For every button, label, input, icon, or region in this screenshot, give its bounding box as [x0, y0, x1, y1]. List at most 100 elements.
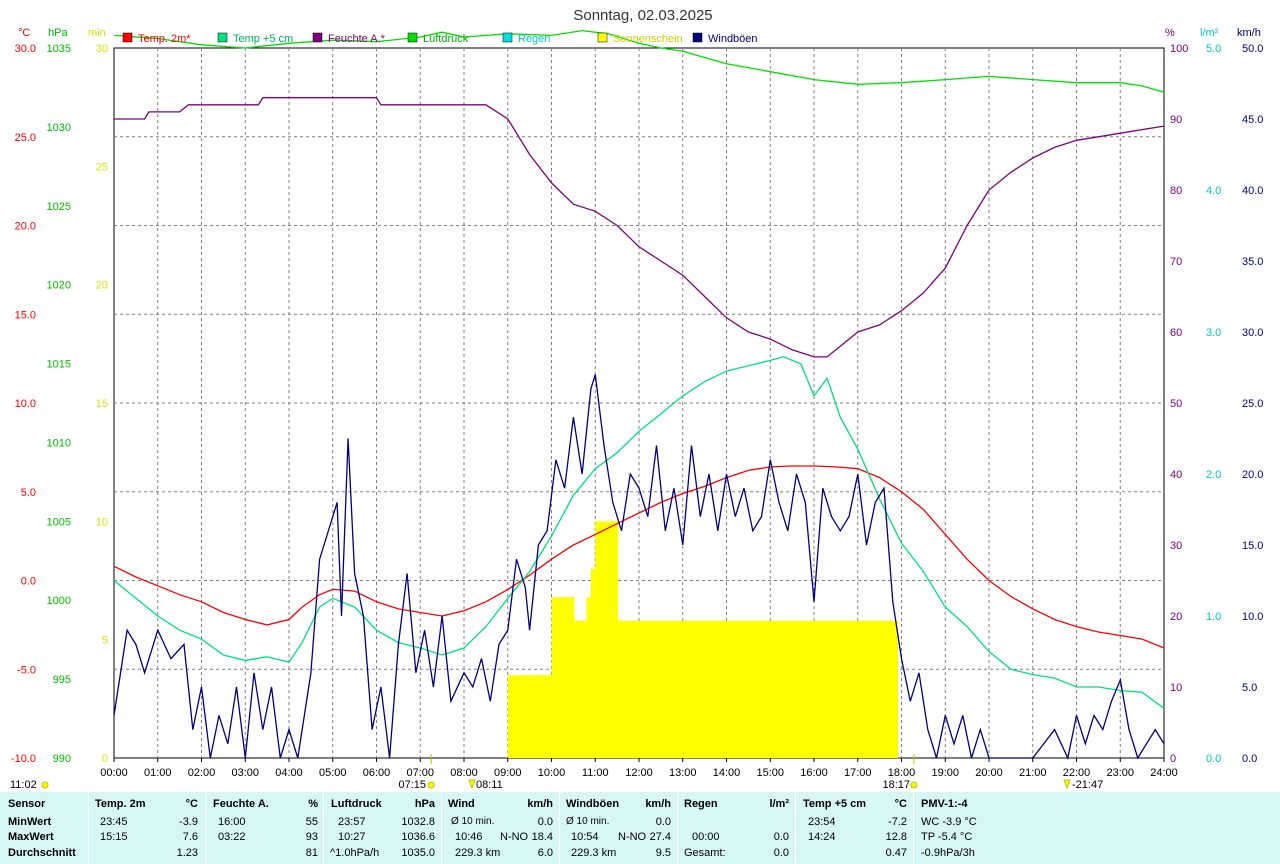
- temp-axis-unit: °C: [18, 27, 30, 39]
- cell: 23:57: [338, 816, 366, 828]
- pressure-axis-label: 1025: [47, 201, 71, 213]
- x-tick-label: 03:00: [231, 767, 259, 779]
- sunshine-axis-label: 20: [96, 280, 108, 292]
- legend-swatch: [407, 32, 418, 43]
- mark-left-icon: [41, 781, 49, 789]
- divider: [677, 792, 678, 864]
- sunset-label: 18:17: [882, 779, 910, 791]
- moonset-label: -21:47: [1072, 779, 1103, 791]
- humidity-axis-label: 0: [1170, 753, 1176, 765]
- x-tick-label: 11:00: [582, 767, 609, 779]
- pressure-axis-label: 990: [53, 753, 71, 765]
- x-tick-label: 22:00: [1063, 767, 1091, 779]
- pressure-axis-label: 1015: [47, 359, 71, 371]
- cell: 0.47: [885, 847, 907, 859]
- header-gust: Windböen: [566, 798, 620, 810]
- sunshine-bar: [726, 620, 750, 758]
- x-tick-label: 01:00: [144, 767, 172, 779]
- header-pressure: Luftdruck: [331, 798, 382, 810]
- cell: 229.3 km: [455, 847, 501, 859]
- cell: 16:00: [218, 816, 246, 828]
- sunshine-axis-label: 15: [96, 398, 108, 410]
- rain-axis-label: 5.0: [1206, 43, 1221, 55]
- sunshine-axis-label: 25: [96, 161, 108, 173]
- header-temp2m: Temp. 2m: [95, 798, 146, 810]
- x-tick-label: 02:00: [188, 767, 216, 779]
- rain-axis-label: 3.0: [1206, 327, 1221, 339]
- rain-axis-label: 1.0: [1206, 611, 1221, 623]
- cell: 0.0: [773, 831, 789, 843]
- moonset-icon: [1063, 779, 1071, 790]
- temp-axis-label: 30.0: [15, 43, 36, 55]
- cell: ^1.0hPa/h: [330, 847, 380, 859]
- sunshine-bar: [835, 620, 859, 758]
- x-tick-label: 10:00: [538, 767, 566, 779]
- pressure-axis-label: 1000: [47, 595, 71, 607]
- cell: 6.0: [537, 847, 553, 859]
- divider: [559, 792, 560, 864]
- legend-swatch: [502, 32, 513, 43]
- dawn-label: 08:11: [476, 779, 503, 791]
- cell: 0.0: [773, 847, 789, 859]
- dawn-icon: [468, 779, 476, 790]
- weather-chart: 00:00 01:00 02:00 03:00 04:00 05:00 06:00 07:00…: [10, 7, 1263, 791]
- sunset-icon: [910, 781, 918, 789]
- x-tick-label: 05:00: [319, 767, 347, 779]
- temp-axis-label: 10.0: [15, 398, 36, 410]
- cell: -7.2: [888, 816, 907, 828]
- x-tick-label: 24:00: [1150, 767, 1178, 779]
- legend-swatch: [217, 32, 228, 43]
- x-tick-label: 00:00: [100, 767, 128, 779]
- legend-swatch: [122, 32, 133, 43]
- pressure-axis-label: 995: [53, 674, 71, 686]
- cell: 23:45: [100, 816, 128, 828]
- divider: [913, 792, 914, 864]
- cell: 15:15: [100, 831, 128, 843]
- x-tick-label: 04:00: [275, 767, 303, 779]
- mark-left-label: 11:02: [10, 779, 37, 791]
- header-humidity: Feuchte A.: [213, 798, 269, 810]
- cell: 1.23: [176, 847, 198, 859]
- sunshine-bar: [792, 620, 815, 758]
- x-tick-label: 17:00: [844, 767, 872, 779]
- legend-entry: Temp +5 cm: [233, 33, 293, 45]
- cell: 9.5: [655, 847, 671, 859]
- wind-axis-label: 30.0: [1242, 327, 1263, 339]
- chart-title: Sonntag, 02.03.2025: [573, 7, 712, 24]
- cell: WC -3.9 °C: [921, 816, 977, 828]
- sunshine-axis-unit: min: [88, 27, 106, 39]
- row-label: Durchschnitt: [8, 847, 76, 859]
- legend-entry: Regen: [518, 33, 550, 45]
- temp-axis-label: 20.0: [15, 221, 36, 233]
- sunrise-icon: [427, 781, 435, 789]
- header-pmv: PMV-1:-4: [921, 798, 968, 810]
- wind-axis-label: 20.0: [1242, 469, 1263, 481]
- temp-axis-label: -10.0: [11, 753, 36, 765]
- wind-axis-label: 45.0: [1242, 114, 1263, 126]
- cell: 7.6: [182, 831, 198, 843]
- header-humidity-unit: %: [308, 798, 318, 810]
- cell: 0.0: [537, 816, 553, 828]
- x-tick-label: 06:00: [363, 767, 391, 779]
- rain-axis-label: 0.0: [1206, 753, 1221, 765]
- cell: 229.3 km: [571, 847, 617, 859]
- pressure-axis-label: 1030: [47, 122, 71, 134]
- temp-axis-label: 25.0: [15, 132, 36, 144]
- pressure-axis-label: 1020: [47, 280, 71, 292]
- sunshine-bars: [507, 521, 899, 758]
- legend-entry: Feuchte A.*: [328, 33, 386, 45]
- temp-axis-label: 15.0: [15, 309, 36, 321]
- x-tick-label: 23:00: [1106, 767, 1134, 779]
- sunshine-bar: [704, 620, 728, 758]
- cell: 10:27: [338, 831, 366, 843]
- legend-swatch: [312, 32, 323, 43]
- x-tick-label: 08:00: [450, 767, 478, 779]
- legend-entry: Windböen: [708, 33, 758, 45]
- divider: [88, 792, 89, 864]
- legend-entry: Luftdruck: [423, 33, 469, 45]
- cell: 10:46: [455, 831, 483, 843]
- x-tick-label: 13:00: [669, 767, 697, 779]
- humidity-axis-label: 60: [1170, 327, 1182, 339]
- x-tick-label: 09:00: [494, 767, 522, 779]
- x-tick-label: 16:00: [800, 767, 828, 779]
